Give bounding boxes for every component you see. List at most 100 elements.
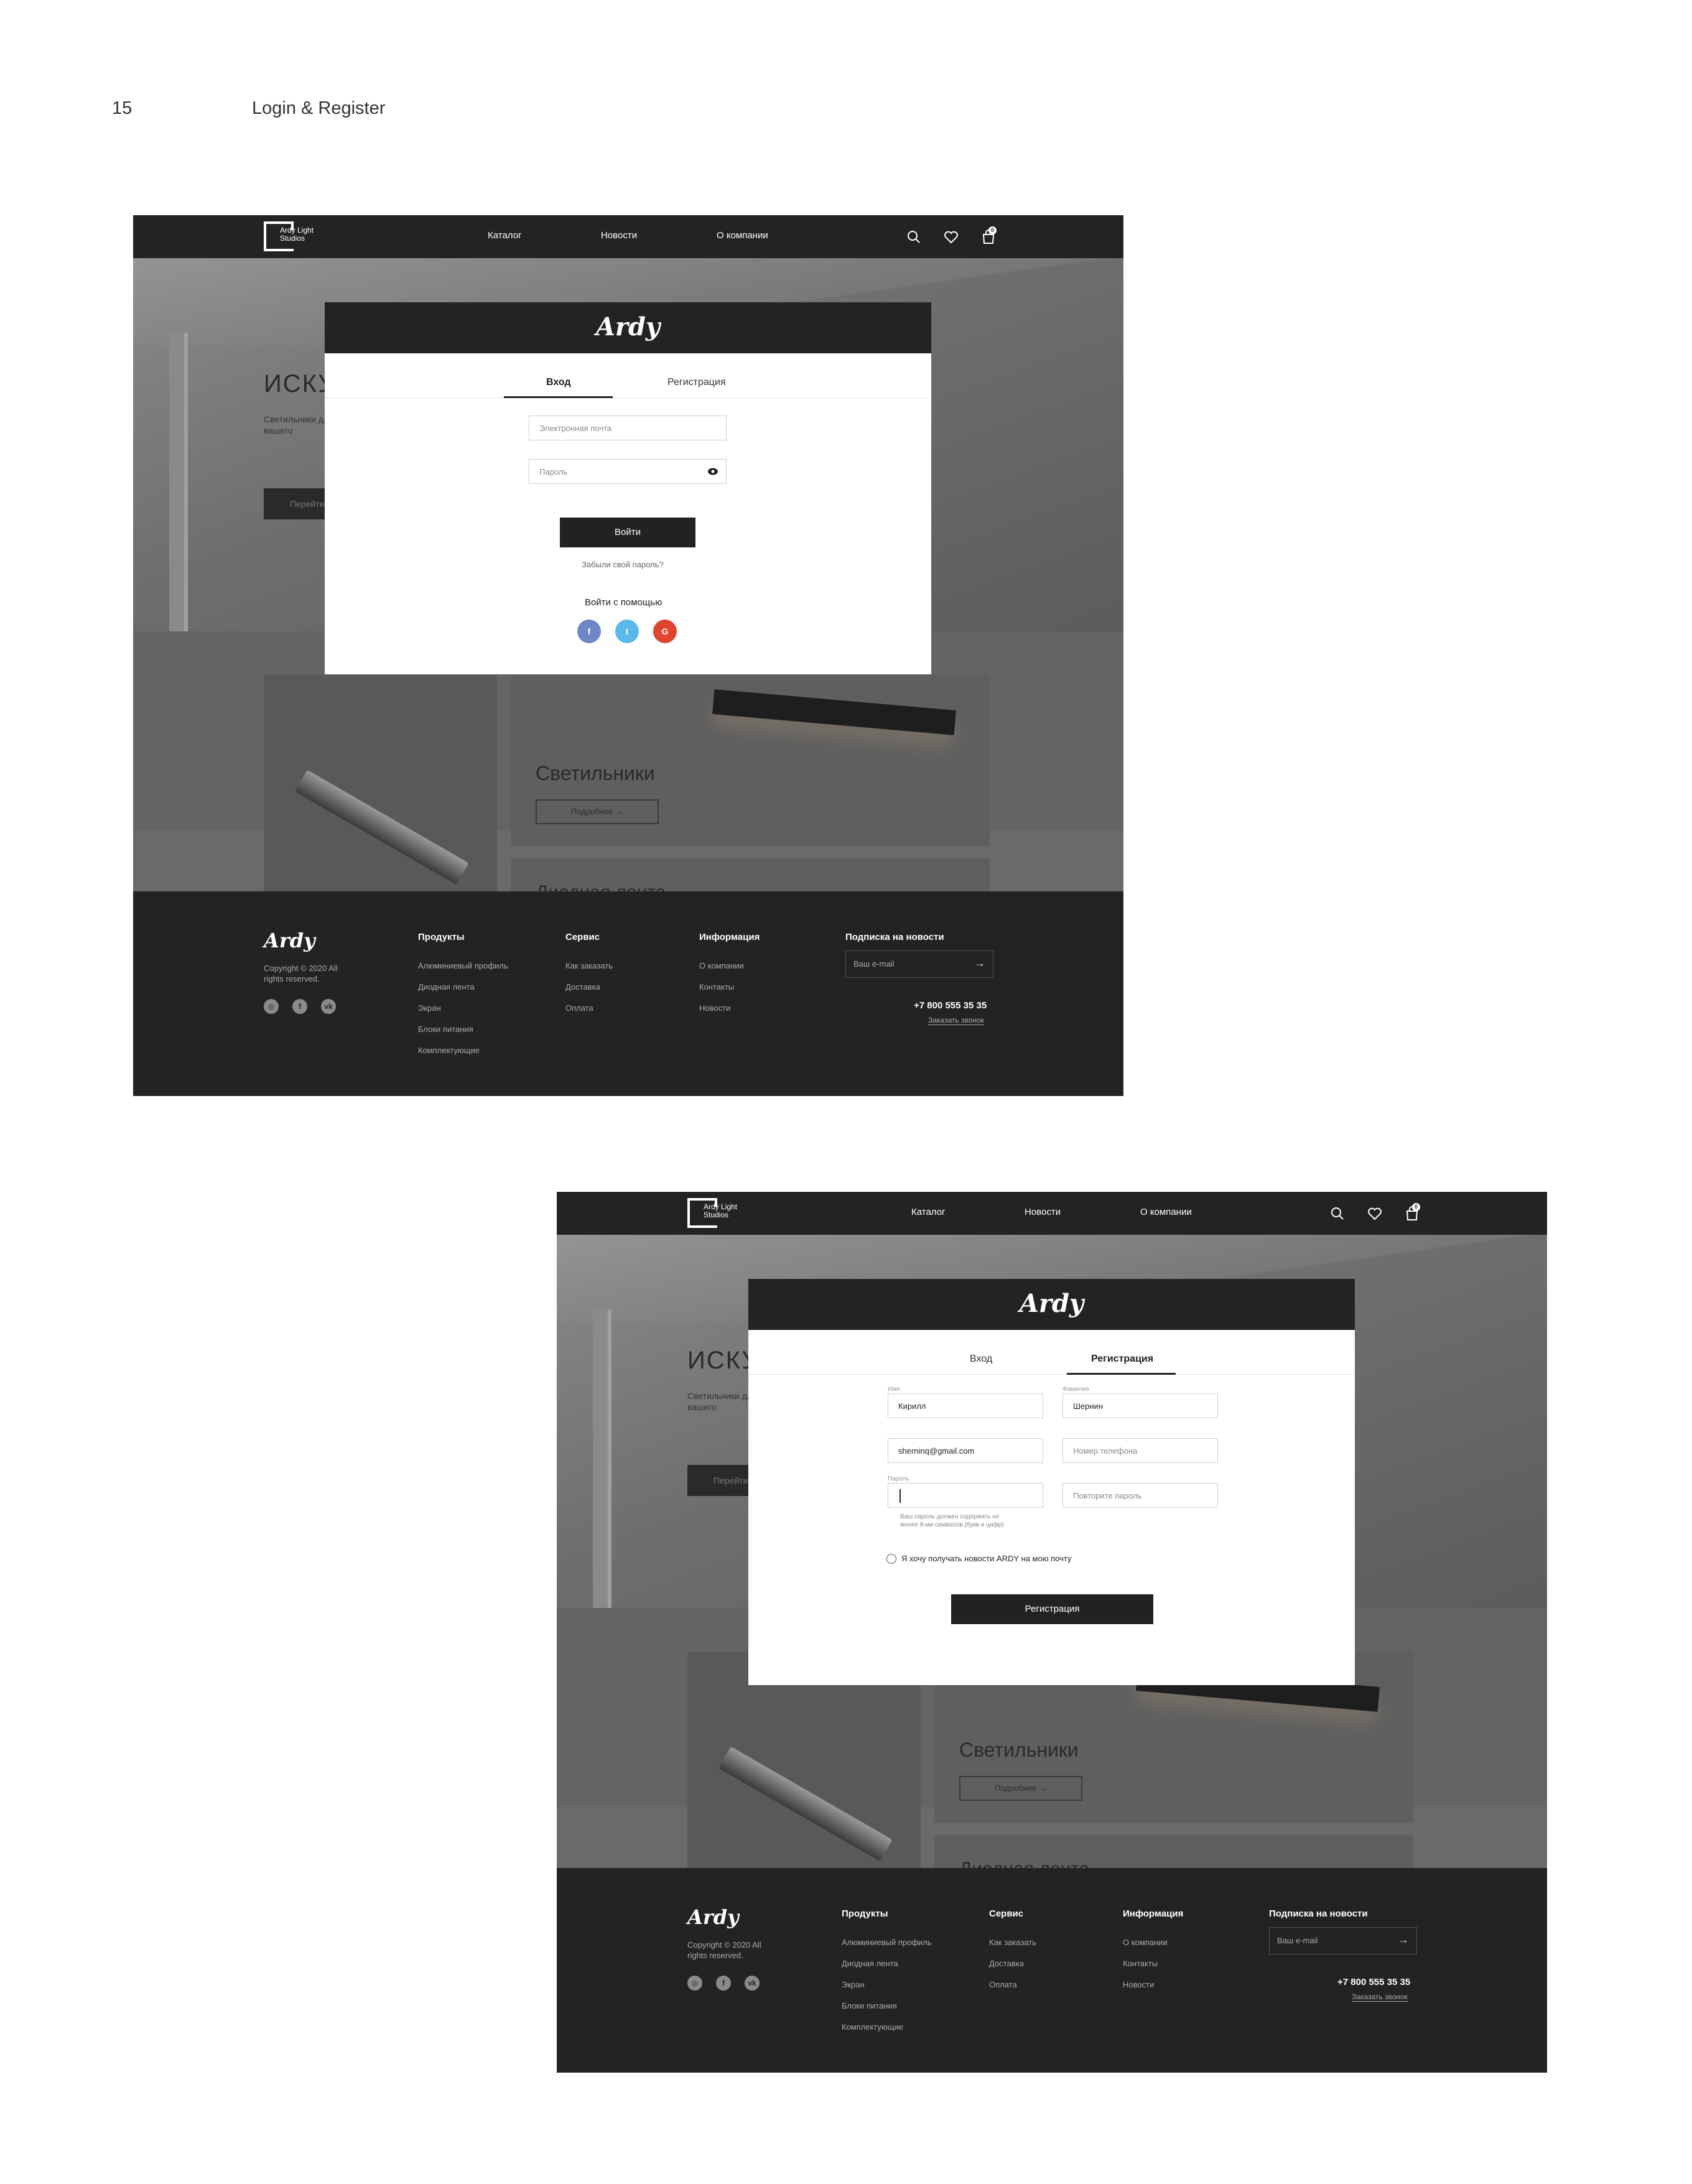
newsletter-checkbox[interactable] — [886, 1554, 896, 1564]
google-icon[interactable]: G — [653, 620, 677, 643]
twitter-icon[interactable]: t — [615, 620, 639, 643]
more-button[interactable]: Подробнее → — [959, 1776, 1082, 1801]
search-icon[interactable] — [906, 229, 922, 245]
footer-logo[interactable]: Ardy — [264, 929, 315, 952]
subscribe-placeholder: Ваш e-mail — [1277, 1936, 1318, 1945]
page-number: 15 — [112, 98, 132, 118]
footer-products-title: Продукты — [418, 932, 465, 942]
vk-icon[interactable]: vk — [745, 1976, 760, 1991]
cart-icon[interactable]: 0 — [980, 226, 997, 245]
footer-phone[interactable]: +7 800 555 35 35 — [1337, 1977, 1410, 1987]
nav-news[interactable]: Новости — [601, 230, 637, 241]
cart-icon[interactable]: 0 — [1404, 1203, 1420, 1222]
footer-link[interactable]: Диодная лента — [842, 1959, 898, 1968]
register-screenshot: Ardy Light Studios Каталог Новости О ком… — [557, 1192, 1547, 2073]
nav-about[interactable]: О компании — [717, 230, 768, 241]
tab-login[interactable]: Вход — [546, 377, 571, 388]
footer-link[interactable]: Новости — [1123, 1980, 1154, 1989]
tab-register[interactable]: Регистрация — [1091, 1354, 1153, 1365]
footer-link[interactable]: Новости — [699, 1003, 730, 1013]
callback-link[interactable]: Заказать звонок — [928, 1016, 984, 1025]
heart-icon[interactable] — [1367, 1206, 1383, 1222]
register-submit-button[interactable]: Регистрация — [951, 1594, 1153, 1624]
footer-link[interactable]: Контакты — [699, 982, 734, 992]
site-footer: Ardy Copyright © 2020 All rights reserve… — [557, 1868, 1547, 2073]
tab-login[interactable]: Вход — [970, 1354, 992, 1365]
hero-button[interactable]: Перейти — [687, 1465, 756, 1496]
social-login-title: Войти с помощью — [585, 597, 662, 608]
footer-link[interactable]: О компании — [699, 961, 744, 970]
cart-badge: 0 — [1412, 1203, 1420, 1211]
auth-tabs: Вход Регистрация — [325, 353, 931, 398]
modal-logo: Ardy — [595, 312, 661, 342]
footer-link[interactable]: Контакты — [1123, 1959, 1158, 1968]
profile-card[interactable] — [264, 675, 497, 893]
more-button[interactable]: Подробнее → — [536, 799, 659, 824]
login-modal: Ardy Вход Регистрация Электронная почта … — [325, 302, 931, 674]
footer-phone[interactable]: +7 800 555 35 35 — [914, 1000, 987, 1011]
lamps-card[interactable]: Светильники Подробнее → — [511, 675, 990, 846]
password-field[interactable] — [888, 1483, 1043, 1508]
password-hint: Ваш пароль должен содержать не менее 8-м… — [900, 1513, 1004, 1528]
repeat-password-field[interactable]: Повторите пароль — [1062, 1483, 1218, 1508]
vk-icon[interactable]: vk — [321, 999, 336, 1014]
password-field[interactable]: Пароль — [529, 459, 727, 484]
auth-tabs: Вход Регистрация — [748, 1330, 1355, 1375]
newsletter-label[interactable]: Я хочу получать новости ARDY на мою почт… — [901, 1554, 1071, 1563]
footer-link[interactable]: Блоки питания — [842, 2001, 897, 2010]
email-field[interactable]: Электронная почта — [529, 416, 727, 440]
footer-info-title: Информация — [1123, 1908, 1184, 1919]
nav-news[interactable]: Новости — [1025, 1207, 1061, 1217]
footer-link[interactable]: Алюминиевый профиль — [842, 1938, 932, 1947]
footer-link[interactable]: Оплата — [989, 1980, 1017, 1989]
instagram-icon[interactable]: ◎ — [687, 1976, 702, 1991]
nav-catalog[interactable]: Каталог — [488, 230, 522, 241]
lamp-image — [712, 689, 957, 735]
callback-link[interactable]: Заказать звонок — [1352, 1992, 1408, 2002]
arrow-right-icon[interactable]: → — [1398, 1933, 1409, 1946]
footer-link[interactable]: Блоки питания — [418, 1025, 473, 1034]
footer-logo[interactable]: Ardy — [687, 1905, 739, 1929]
subscribe-email-input[interactable]: Ваш e-mail → — [1269, 1927, 1417, 1954]
footer-link[interactable]: Диодная лента — [418, 982, 475, 992]
register-modal: Ardy Вход Регистрация Имя Кирилл Фамилия… — [748, 1279, 1355, 1685]
footer-link[interactable]: Оплата — [565, 1003, 593, 1013]
last-name-field[interactable]: Шернин — [1062, 1393, 1218, 1418]
footer-link[interactable]: Комплектующие — [842, 2022, 903, 2032]
heart-icon[interactable] — [943, 229, 959, 245]
facebook-icon[interactable]: f — [577, 620, 601, 643]
modal-logo: Ardy — [1019, 1289, 1084, 1318]
footer-link[interactable]: Доставка — [989, 1959, 1024, 1968]
arrow-right-icon[interactable]: → — [974, 957, 985, 970]
hero-button[interactable]: Перейти — [264, 488, 332, 519]
facebook-icon[interactable]: f — [716, 1976, 731, 1991]
subscribe-email-input[interactable]: Ваш e-mail → — [845, 950, 993, 978]
modal-header: Ardy — [325, 302, 931, 353]
search-icon[interactable] — [1329, 1206, 1346, 1222]
nav-about[interactable]: О компании — [1140, 1207, 1192, 1217]
footer-service-title: Сервис — [989, 1908, 1024, 1919]
footer-link[interactable]: Как заказать — [565, 961, 613, 970]
eye-icon[interactable] — [707, 467, 718, 476]
facebook-icon[interactable]: f — [292, 999, 307, 1014]
footer-link[interactable]: Как заказать — [989, 1938, 1036, 1947]
footer-link[interactable]: Доставка — [565, 982, 600, 992]
logo-text[interactable]: Ardy Light Studios — [704, 1203, 760, 1219]
forgot-password-link[interactable]: Забыли свой пароль? — [582, 560, 664, 569]
instagram-icon[interactable]: ◎ — [264, 999, 279, 1014]
footer-link[interactable]: О компании — [1123, 1938, 1168, 1947]
nav-catalog[interactable]: Каталог — [911, 1207, 946, 1217]
login-screenshot: Ardy Light Studios Каталог Новости О ком… — [133, 215, 1123, 1096]
login-submit-button[interactable]: Войти — [560, 518, 695, 547]
tab-register[interactable]: Регистрация — [667, 377, 726, 388]
footer-products-title: Продукты — [842, 1908, 888, 1919]
footer-link[interactable]: Экран — [842, 1980, 865, 1989]
first-name-field[interactable]: Кирилл — [888, 1393, 1043, 1418]
subscribe-placeholder: Ваш e-mail — [853, 959, 895, 969]
footer-link[interactable]: Экран — [418, 1003, 441, 1013]
phone-field[interactable]: Номер телефона — [1062, 1438, 1218, 1463]
footer-link[interactable]: Алюминиевый профиль — [418, 961, 508, 970]
logo-text[interactable]: Ardy Light Studios — [280, 226, 336, 243]
footer-link[interactable]: Комплектующие — [418, 1046, 480, 1055]
email-field[interactable]: sherninq@gmail.com — [888, 1438, 1043, 1463]
